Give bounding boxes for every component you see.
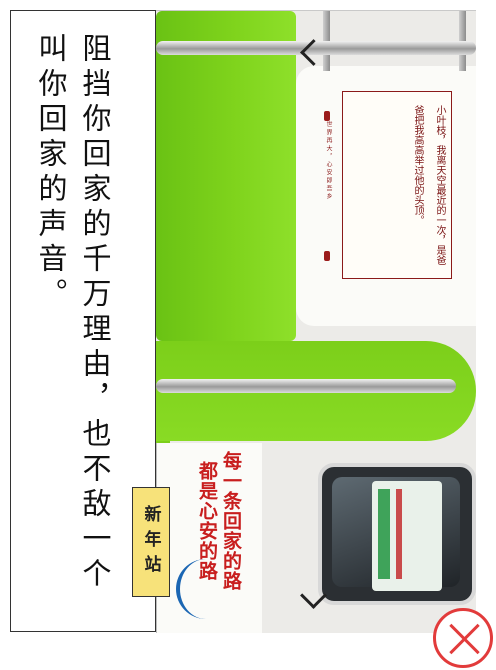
car-door-window — [318, 463, 476, 605]
poem-subtitle: 世界再大，心安即吾乡 — [325, 121, 332, 201]
poster-marker — [324, 251, 330, 261]
door-sign-stripe — [378, 489, 390, 579]
caption-text: 阻挡你回家的千万理由，也不敌一个叫你回家的声音。 — [34, 33, 112, 593]
close-button[interactable] — [433, 608, 493, 668]
poem-text: 小叶枝，我离天空最近的一次，是爸爸把我高高举过他的头顶。 — [412, 105, 445, 265]
door-glass — [332, 477, 460, 591]
subway-photo: 小叶枝，我离天空最近的一次，是爸爸把我高高举过他的头顶。 世界再大，心安即吾乡 … — [156, 10, 476, 633]
station-name: 新年站 — [140, 504, 161, 580]
handrail-pole-middle — [156, 379, 456, 393]
door-sign-stripe — [396, 489, 402, 579]
poster-marker — [324, 111, 330, 121]
green-seat-upper — [156, 11, 296, 341]
station-sign: 新年站 — [132, 487, 170, 597]
door-sign — [372, 481, 442, 591]
